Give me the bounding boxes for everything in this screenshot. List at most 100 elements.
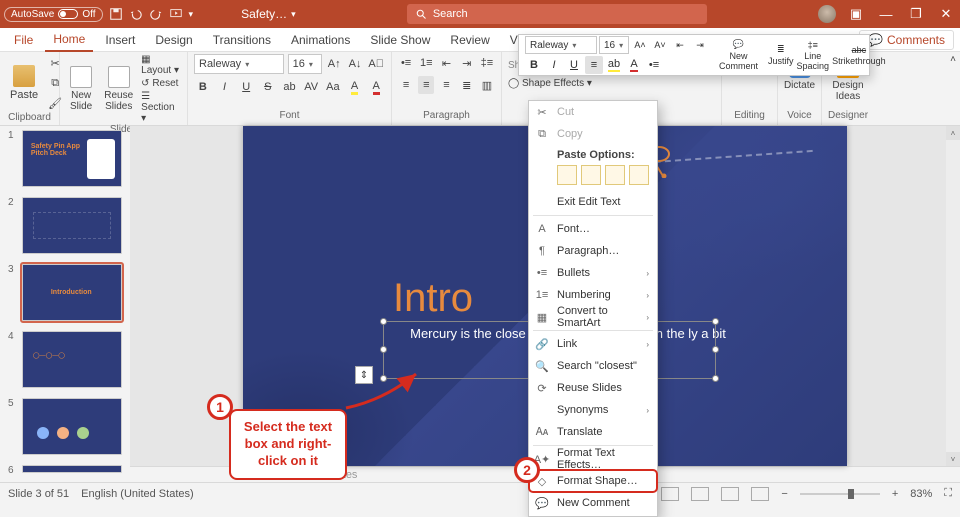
bold-button[interactable]: B — [194, 78, 212, 96]
tab-file[interactable]: File — [6, 29, 41, 51]
cm-cut[interactable]: ✂Cut — [529, 101, 657, 123]
thumbnail-5[interactable] — [22, 398, 122, 455]
scroll-up-icon[interactable]: ˄ — [946, 126, 960, 140]
cm-translate[interactable]: 🗛Translate — [529, 421, 657, 443]
tab-animations[interactable]: Animations — [283, 29, 358, 51]
align-center-button[interactable]: ≡ — [418, 76, 434, 94]
font-size-dropdown[interactable]: 16 — [288, 54, 322, 74]
mini-font-family[interactable]: Raleway — [525, 36, 597, 54]
paste-text-only[interactable] — [629, 165, 649, 185]
cm-format-text-effects[interactable]: A✦Format Text Effects… — [529, 448, 657, 470]
language-indicator[interactable]: English (United States) — [81, 488, 194, 500]
align-left-button[interactable]: ≡ — [398, 76, 414, 94]
font-color-button[interactable]: A — [367, 78, 385, 96]
tab-transitions[interactable]: Transitions — [205, 29, 279, 51]
mini-line-spacing[interactable]: ‡≡Line Spacing — [797, 40, 830, 71]
paste-use-destination-theme[interactable] — [557, 165, 577, 185]
slide-counter[interactable]: Slide 3 of 51 — [8, 488, 69, 500]
increase-font-button[interactable]: A↑ — [326, 55, 343, 73]
cm-reuse-slides[interactable]: ⟳Reuse Slides — [529, 377, 657, 399]
scroll-down-icon[interactable]: ˅ — [946, 452, 960, 466]
mini-decrease-font[interactable]: A˅ — [651, 36, 669, 54]
cm-format-shape[interactable]: ◇Format Shape… — [529, 470, 657, 492]
tab-insert[interactable]: Insert — [97, 29, 143, 51]
search-box[interactable]: Search — [407, 4, 707, 24]
thumbnail-3[interactable]: Introduction — [22, 264, 122, 321]
zoom-slider[interactable] — [800, 493, 880, 495]
mini-strikethrough[interactable]: abcStrikethrough — [832, 45, 886, 66]
thumbnail-1[interactable]: Safety Pin App Pitch Deck — [22, 130, 122, 187]
decrease-indent-button[interactable]: ⇤ — [438, 54, 454, 72]
paste-button[interactable]: Paste — [6, 63, 42, 103]
cm-copy[interactable]: ⧉Copy — [529, 123, 657, 145]
qat-overflow-icon[interactable]: ▾ — [189, 9, 194, 20]
strike-button[interactable]: S — [259, 78, 277, 96]
mini-indent-right[interactable]: ⇥ — [691, 36, 709, 54]
line-spacing-button[interactable]: ‡≡ — [479, 54, 495, 72]
slideshow-from-start-icon[interactable] — [169, 7, 183, 21]
increase-indent-button[interactable]: ⇥ — [459, 54, 475, 72]
user-avatar[interactable] — [818, 5, 836, 23]
cm-search[interactable]: 🔍Search "closest" — [529, 355, 657, 377]
new-slide-button[interactable]: New Slide — [66, 64, 96, 114]
cm-synonyms[interactable]: Synonyms› — [529, 399, 657, 421]
decrease-font-button[interactable]: A↓ — [347, 55, 364, 73]
slide-sorter-view-button[interactable] — [691, 487, 709, 501]
vertical-scrollbar[interactable]: ˄ ˅ — [946, 126, 960, 466]
zoom-in-button[interactable]: + — [892, 488, 898, 500]
thumbnail-2[interactable] — [22, 197, 122, 254]
mini-highlight[interactable]: ab — [605, 56, 623, 74]
thumbnail-6[interactable] — [22, 465, 122, 473]
tab-home[interactable]: Home — [45, 28, 93, 52]
change-case-button[interactable]: Aa — [324, 78, 342, 96]
mini-underline[interactable]: U — [565, 56, 583, 74]
restore-button[interactable]: ❐ — [906, 6, 926, 22]
normal-view-button[interactable] — [661, 487, 679, 501]
cm-font[interactable]: AFont… — [529, 218, 657, 240]
align-right-button[interactable]: ≡ — [438, 76, 454, 94]
shadow-button[interactable]: ab — [281, 78, 299, 96]
save-icon[interactable] — [109, 7, 123, 21]
close-button[interactable]: ✕ — [936, 6, 956, 22]
reuse-slides-button[interactable]: Reuse Slides — [100, 64, 137, 114]
mini-font-color[interactable]: A — [625, 56, 643, 74]
mini-bullets[interactable]: •≡ — [645, 56, 663, 74]
cm-numbering[interactable]: 1≡Numbering› — [529, 284, 657, 306]
paste-picture[interactable] — [605, 165, 625, 185]
cm-link[interactable]: 🔗Link› — [529, 333, 657, 355]
thumbnail-4[interactable]: ◯—◯—◯ — [22, 331, 122, 388]
mini-increase-font[interactable]: A˄ — [631, 36, 649, 54]
mini-new-comment[interactable]: 💬New Comment — [719, 39, 758, 71]
zoom-out-button[interactable]: − — [781, 488, 787, 500]
mini-indent-left[interactable]: ⇤ — [671, 36, 689, 54]
autosave-toggle[interactable]: AutoSave Off — [4, 7, 103, 22]
redo-icon[interactable] — [149, 7, 163, 21]
font-family-dropdown[interactable]: Raleway — [194, 54, 284, 74]
slide-thumbnails[interactable]: 1Safety Pin App Pitch Deck 2 3Introducti… — [0, 126, 130, 482]
cm-exit-edit-text[interactable]: Exit Edit Text — [529, 191, 657, 213]
mini-align[interactable]: ≡ — [585, 56, 603, 74]
cm-bullets[interactable]: •≡Bullets› — [529, 262, 657, 284]
italic-button[interactable]: I — [216, 78, 234, 96]
mini-bold[interactable]: B — [525, 56, 543, 74]
underline-button[interactable]: U — [237, 78, 255, 96]
highlight-button[interactable]: A — [346, 78, 364, 96]
mini-justify[interactable]: ≣Justify — [768, 44, 794, 66]
paste-keep-source-formatting[interactable] — [581, 165, 601, 185]
zoom-level[interactable]: 83% — [910, 488, 932, 500]
collapse-ribbon-button[interactable]: ˄ — [950, 54, 956, 65]
reading-view-button[interactable] — [721, 487, 739, 501]
mini-font-size[interactable]: 16 — [599, 36, 629, 54]
clear-formatting-button[interactable]: A⃠ — [367, 55, 385, 73]
columns-button[interactable]: ▥ — [479, 76, 495, 94]
layout-button[interactable]: ▦ Layout ▾ — [141, 54, 181, 76]
justify-button[interactable]: ≣ — [459, 76, 475, 94]
tab-design[interactable]: Design — [147, 29, 200, 51]
tab-review[interactable]: Review — [442, 29, 497, 51]
cm-paragraph[interactable]: ¶Paragraph… — [529, 240, 657, 262]
cm-convert-smartart[interactable]: ▦Convert to SmartArt› — [529, 306, 657, 328]
bullets-button[interactable]: •≡ — [398, 54, 414, 72]
undo-icon[interactable] — [129, 7, 143, 21]
reset-button[interactable]: ↺ Reset — [141, 78, 181, 89]
char-spacing-button[interactable]: AV — [302, 78, 320, 96]
